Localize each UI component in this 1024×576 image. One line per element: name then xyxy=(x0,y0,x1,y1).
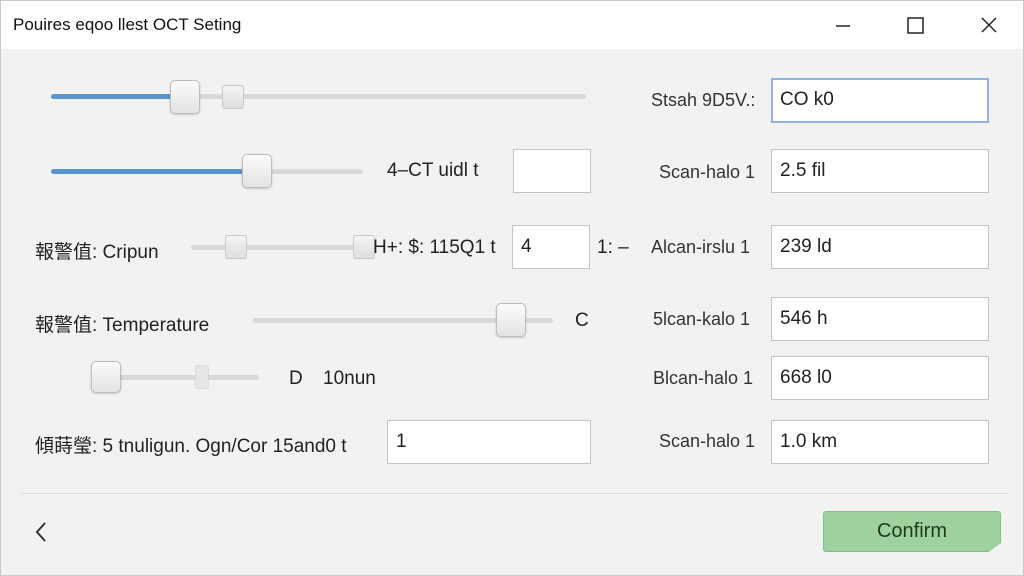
back-button[interactable] xyxy=(29,517,53,547)
right-input-4[interactable]: 546 h xyxy=(771,297,989,341)
right-input-6[interactable]: 1.0 km xyxy=(771,420,989,464)
right-label-5: Blcan-halo 1 xyxy=(653,368,754,388)
right-input-2[interactable]: 2.5 fil xyxy=(771,149,989,193)
maximize-icon xyxy=(907,17,924,34)
confirm-button[interactable]: Confirm xyxy=(823,511,1001,552)
slider-2-thumb[interactable] xyxy=(242,154,272,188)
minimize-icon xyxy=(836,25,850,27)
slider-5-marker xyxy=(195,365,209,389)
row-4-unit: C xyxy=(575,310,589,331)
slider-1-fill xyxy=(51,94,185,99)
settings-window: Pouires eqoo llest OCT Seting 4–CT uidl … xyxy=(0,0,1024,576)
footer-divider xyxy=(21,493,1007,494)
maximize-button[interactable] xyxy=(879,1,951,49)
row-5-unit: D xyxy=(289,368,303,389)
slider-2-fill xyxy=(51,169,257,174)
row-3-readout: H+: $: 115Q1 t xyxy=(373,237,496,258)
right-input-5[interactable]: 668 l0 xyxy=(771,356,989,400)
slider-3-thumb-right[interactable] xyxy=(353,235,375,259)
slider-3-track xyxy=(191,245,366,250)
row-5-value: 10nun xyxy=(323,368,376,389)
close-icon xyxy=(981,17,997,33)
chevron-left-icon xyxy=(35,522,46,542)
right-label-6: Scan-halo 1 xyxy=(659,431,756,451)
minimize-button[interactable] xyxy=(807,1,879,49)
row-3-suffix: 1: – xyxy=(597,237,629,258)
row-3-label: 報警值: Cripun xyxy=(35,242,159,263)
title-bar: Pouires eqoo llest OCT Seting xyxy=(1,1,1023,49)
row-3-input[interactable]: 4 xyxy=(512,225,590,269)
right-label-1: Stsah 9D5V.: xyxy=(651,90,756,110)
row-4-label: 報警值: Temperature xyxy=(35,315,210,336)
row-6-label: 傾蒔瑩: 5 tnuligun. Ogn/Cor 15and0 t xyxy=(35,436,347,457)
row-6-input[interactable]: 1 xyxy=(387,420,591,464)
row-2-label: 4–CT uidl t xyxy=(387,160,479,181)
slider-1-thumb[interactable] xyxy=(170,80,200,114)
right-label-4: 5lcan-kalo 1 xyxy=(653,309,751,329)
slider-3-thumb-left[interactable] xyxy=(225,235,247,259)
right-label-3: Alcan-irslu 1 xyxy=(651,237,751,257)
right-input-1[interactable]: CO k0 xyxy=(771,78,989,123)
slider-1-secondary-thumb[interactable] xyxy=(222,85,244,109)
right-label-2: Scan-halo 1 xyxy=(659,162,756,182)
slider-4-thumb[interactable] xyxy=(496,303,526,337)
slider-5-thumb[interactable] xyxy=(91,361,121,393)
close-button[interactable] xyxy=(953,1,1024,49)
window-title: Pouires eqoo llest OCT Seting xyxy=(13,15,242,34)
row-2-input[interactable] xyxy=(513,149,591,193)
right-input-3[interactable]: 239 ld xyxy=(771,225,989,269)
